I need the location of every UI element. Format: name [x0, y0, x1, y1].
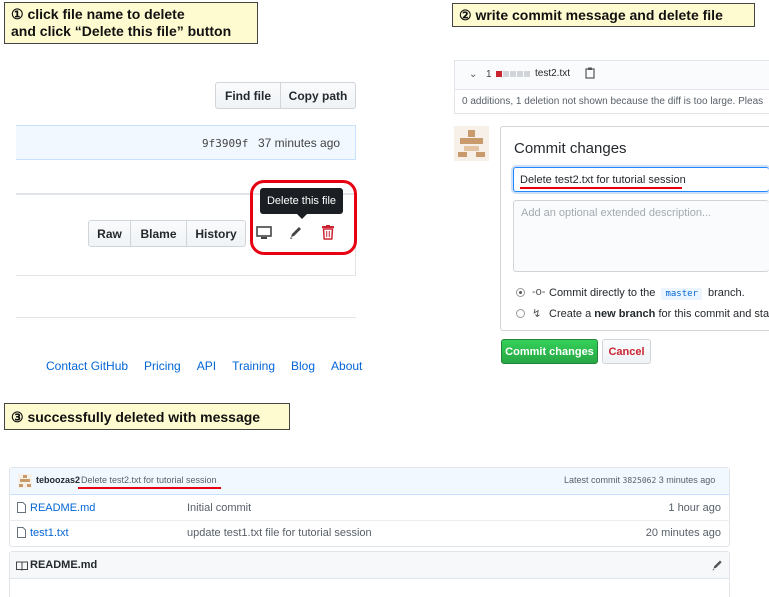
diffstat-bar [496, 71, 530, 77]
small-author-avatar [18, 474, 32, 488]
cancel-button[interactable]: Cancel [602, 339, 651, 364]
file-icon [17, 527, 26, 541]
pencil-icon[interactable] [289, 225, 303, 243]
find-file-button[interactable]: Find file [215, 82, 281, 109]
file-icon [17, 502, 26, 516]
latest-commit-hash[interactable]: 3825062 [623, 476, 657, 485]
history-button[interactable]: History [186, 220, 246, 247]
file-name-test1[interactable]: test1.txt [30, 527, 69, 539]
branch-badge: master [661, 288, 702, 300]
footer-links: Contact GitHub Pricing API Training Blog… [46, 359, 362, 373]
diff-note: 0 additions, 1 deletion not shown becaus… [462, 96, 764, 107]
commit-message-text: Delete test2.txt for tutorial session [520, 174, 686, 186]
file-age: 20 minutes ago [645, 527, 721, 539]
commit-header: Commit changes [514, 140, 627, 157]
step2-callout: ② write commit message and delete file [452, 3, 755, 27]
clipboard-icon[interactable] [585, 67, 595, 82]
raw-button[interactable]: Raw [88, 220, 131, 247]
latest-message-underline [78, 487, 221, 489]
author-avatar [454, 126, 489, 161]
footer-link-pricing[interactable]: Pricing [144, 359, 181, 373]
chevron-down-icon[interactable]: ⌄ [469, 69, 477, 80]
footer-divider [16, 317, 356, 318]
latest-commit-info: Latest commit 3825062 3 minutes ago [564, 475, 716, 485]
readme-header-bar [10, 552, 729, 579]
footer-link-about[interactable]: About [331, 359, 362, 373]
diff-filename[interactable]: test2.txt [535, 68, 570, 79]
commit-author[interactable]: teboozas2 [36, 475, 80, 485]
latest-commit-time: 3 minutes ago [658, 475, 716, 485]
book-icon [16, 560, 28, 574]
file-commit-message[interactable]: Initial commit [187, 502, 251, 514]
commit-icon: -o- [532, 286, 546, 298]
step3-callout: ③ successfully deleted with message [4, 403, 290, 430]
edit-readme-pencil-icon[interactable] [712, 559, 723, 574]
commit-direct-radio[interactable] [516, 288, 525, 297]
footer-link-blog[interactable]: Blog [291, 359, 315, 373]
commit-hash[interactable]: 9f3909f [202, 137, 248, 150]
diff-count: 1 [486, 69, 492, 80]
trash-icon[interactable] [322, 225, 334, 243]
step1-callout: ① click file name to delete and click “D… [4, 2, 258, 44]
description-placeholder: Add an optional extended description... [521, 207, 712, 219]
latest-commit-message[interactable]: Delete test2.txt for tutorial session [81, 475, 217, 485]
footer-link-api[interactable]: API [197, 359, 216, 373]
file-row: test1.txt update test1.txt file for tuto… [9, 520, 730, 544]
commit-changes-button[interactable]: Commit changes [501, 339, 598, 364]
file-commit-message[interactable]: update test1.txt file for tutorial sessi… [187, 527, 372, 539]
branch-icon: ↯ [532, 308, 542, 320]
file-row: README.md Initial commit 1 hour ago [9, 496, 730, 520]
file-name-readme[interactable]: README.md [30, 502, 95, 514]
new-branch-radio[interactable] [516, 309, 525, 318]
commit-direct-label: Commit directly to the master branch. [549, 287, 745, 300]
footer-link-training[interactable]: Training [232, 359, 275, 373]
delete-highlight-oval [250, 180, 357, 255]
commit-time: 37 minutes ago [258, 136, 341, 150]
blame-button[interactable]: Blame [130, 220, 187, 247]
description-textarea[interactable]: Add an optional extended description... [513, 200, 769, 272]
copy-path-button[interactable]: Copy path [280, 82, 356, 109]
footer-link-contact[interactable]: Contact GitHub [46, 359, 128, 373]
readme-title: README.md [30, 559, 98, 571]
commit-message-underline [520, 187, 682, 189]
new-branch-label: Create a new branch for this commit and … [549, 308, 769, 320]
file-age: 1 hour ago [668, 502, 721, 514]
desktop-icon[interactable] [256, 226, 272, 243]
